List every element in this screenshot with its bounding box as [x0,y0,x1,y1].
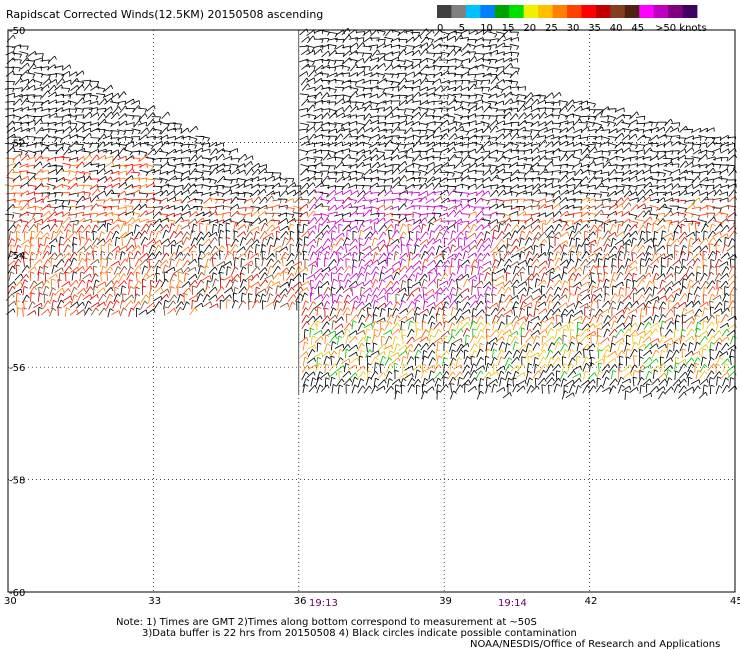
legend-swatch [567,5,582,18]
longitude-tick-labels: 30 33 36 39 42 45 [4,596,740,607]
legend-swatch [509,5,525,18]
legend-label: 0 [437,23,443,34]
legend-label: 15 [502,23,515,34]
legend-swatch [480,5,496,18]
legend-label: 30 [567,23,580,34]
legend-swatch [437,5,452,18]
legend-swatch [653,5,669,18]
legend-label: 45 [631,23,644,34]
legend-swatch [610,5,626,18]
pass-time-label: 19:13 [309,598,338,609]
note-line-2: 3)Data buffer is 22 hrs from 20150508 4)… [142,628,577,639]
map-frame [7,29,736,593]
wind-map: 30 33 36 39 42 45 -50 -52 -54 -56 -58 -60 0 5 10 15 20… [4,5,740,607]
legend-swatch [581,5,597,18]
wind-speed-legend [437,5,698,18]
legend-swatch [595,5,611,18]
legend-label: 5 [459,23,465,34]
legend-label: 25 [545,23,558,34]
legend-swatch [682,5,698,18]
legend-label: 20 [523,23,536,34]
legend-swatch [451,5,467,18]
legend-swatch [552,5,568,18]
lat-tick-label: -52 [9,138,25,149]
legend-swatch [538,5,553,18]
lon-tick-label: 36 [294,596,307,607]
lat-tick-label: -60 [9,588,25,599]
lat-tick-label: -54 [9,251,25,262]
lon-tick-label: 33 [148,596,161,607]
legend-swatch [523,5,539,18]
lat-tick-label: -56 [9,363,25,374]
lon-tick-label: 45 [730,596,740,607]
lat-tick-label: -58 [9,476,25,487]
note-line-1: Note: 1) Times are GMT 2)Times along bot… [116,617,537,628]
legend-swatch [494,5,510,18]
legend-swatch [624,5,640,18]
note-line-3: NOAA/NESDIS/Office of Research and Appli… [470,639,721,650]
legend-swatch [668,5,683,18]
legend-label: 40 [610,23,623,34]
legend-label: >50 knots [655,23,707,34]
legend-swatch [465,5,481,18]
wind-barbs-layer [4,27,738,400]
lat-tick-label: -50 [9,26,25,37]
legend-label: 35 [588,23,601,34]
pass-time-label: 19:14 [498,598,527,609]
legend-label: 10 [480,23,493,34]
lon-tick-label: 39 [439,596,452,607]
lon-tick-label: 42 [585,596,598,607]
legend-swatch [639,5,655,18]
lat-lon-grid [7,29,736,593]
